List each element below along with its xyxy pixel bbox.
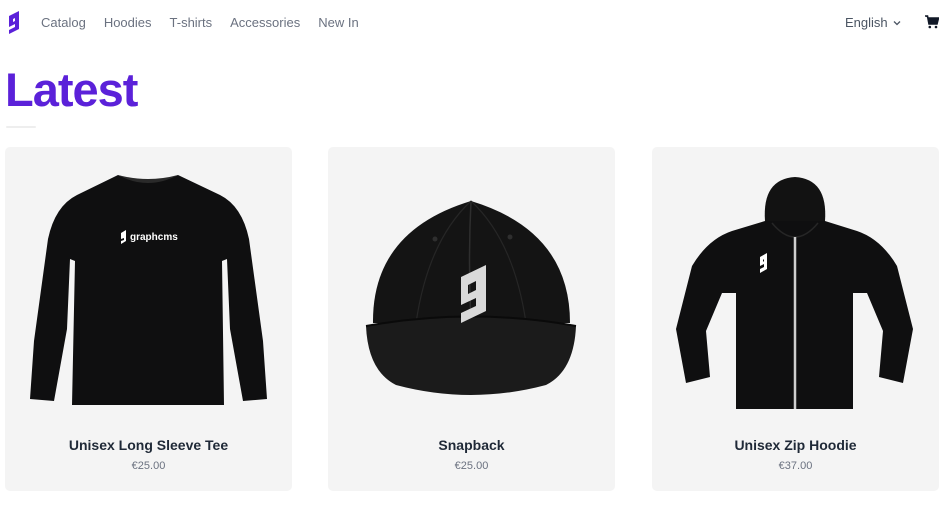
- product-name: Unisex Zip Hoodie: [734, 437, 857, 453]
- product-price: €37.00: [778, 460, 813, 472]
- page-title: Latest: [5, 63, 138, 116]
- zip-hoodie-image: [676, 177, 913, 409]
- nav-link-accessories[interactable]: Accessories: [230, 15, 300, 31]
- product-card-snapback[interactable]: Snapback €25.00: [328, 147, 615, 491]
- snapback-cap-image: [365, 200, 577, 395]
- product-price: €25.00: [131, 460, 166, 472]
- product-name: Unisex Long Sleeve Tee: [68, 437, 229, 453]
- nav-link-new-in[interactable]: New In: [318, 15, 358, 31]
- language-label: English: [845, 15, 888, 30]
- product-card-zip-hoodie[interactable]: Unisex Zip Hoodie €37.00: [652, 147, 939, 491]
- nav-link-t-shirts[interactable]: T-shirts: [170, 15, 213, 31]
- title-underline: [6, 126, 36, 128]
- nav-links: Catalog Hoodies T-shirts Accessories New…: [41, 15, 377, 31]
- top-navigation: Catalog Hoodies T-shirts Accessories New…: [0, 0, 944, 46]
- product-card-long-sleeve-tee[interactable]: graphcms Unisex Long Sleeve Tee €25.00: [5, 147, 292, 491]
- nav-link-hoodies[interactable]: Hoodies: [104, 15, 152, 31]
- nav-link-catalog[interactable]: Catalog: [41, 15, 86, 31]
- chevron-down-icon: [893, 21, 901, 26]
- graphcms-logo-icon[interactable]: [6, 11, 22, 35]
- product-price: €25.00: [454, 460, 489, 472]
- product-name: Snapback: [438, 437, 505, 453]
- tee-print-text: graphcms: [130, 232, 178, 243]
- language-selector[interactable]: English: [845, 15, 901, 31]
- cart-icon[interactable]: [925, 15, 939, 29]
- long-sleeve-tee-image: graphcms: [30, 175, 267, 405]
